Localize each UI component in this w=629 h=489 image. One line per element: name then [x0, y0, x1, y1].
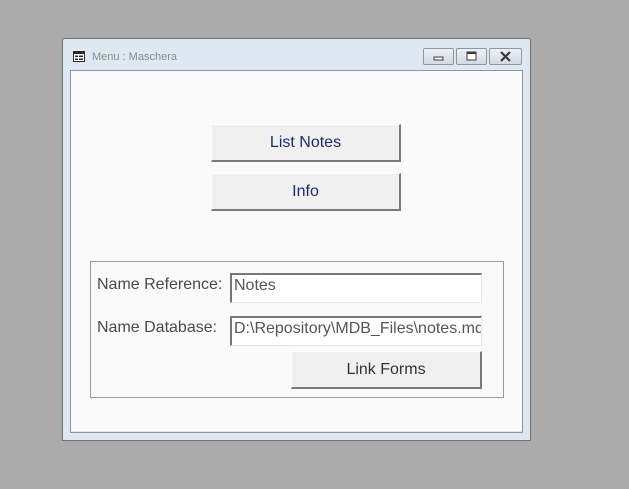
link-forms-button[interactable]: Link Forms: [291, 351, 482, 389]
name-database-field[interactable]: D:\Repository\MDB_Files\notes.mdb: [230, 316, 482, 346]
form-footer-divider: [71, 431, 522, 432]
window-title: Menu : Maschera: [92, 51, 177, 63]
form-window: Menu : Maschera List Notes Info Name Ref…: [62, 38, 531, 441]
link-settings-panel: Name Reference: Notes Name Database: D:\…: [90, 261, 504, 398]
list-notes-button[interactable]: List Notes: [211, 124, 401, 162]
minimize-icon: [433, 56, 444, 61]
name-reference-field[interactable]: Notes: [230, 273, 482, 303]
form-icon: [73, 51, 85, 62]
maximize-icon: [466, 51, 477, 61]
name-database-label: Name Database:: [97, 319, 218, 336]
name-reference-label: Name Reference:: [97, 276, 223, 293]
title-bar[interactable]: Menu : Maschera: [63, 39, 530, 71]
form-body: List Notes Info Name Reference: Notes Na…: [70, 70, 523, 433]
close-button[interactable]: [489, 48, 522, 65]
info-button[interactable]: Info: [211, 173, 401, 211]
close-icon: [500, 51, 511, 62]
minimize-button[interactable]: [423, 48, 454, 65]
maximize-button[interactable]: [456, 48, 487, 65]
